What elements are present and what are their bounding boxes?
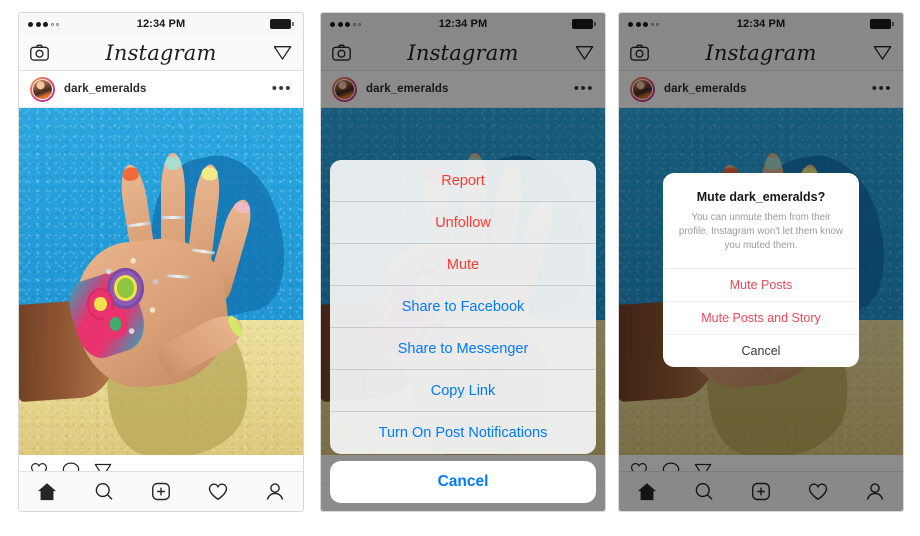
post-photo[interactable] — [19, 108, 303, 455]
status-bar: 12:34 PM — [19, 13, 303, 35]
screen-action-sheet: 12:34 PM Instagram dark_emeralds ••• Rep… — [321, 13, 605, 511]
search-icon[interactable] — [94, 482, 114, 501]
alert-button-mute-posts-and-story[interactable]: Mute Posts and Story — [663, 300, 859, 334]
add-post-icon[interactable] — [151, 482, 171, 501]
action-sheet: Report Unfollow Mute Share to Facebook S… — [330, 160, 596, 503]
app-navbar: Instagram — [19, 35, 303, 71]
alert-title: Mute dark_emeralds? — [696, 190, 826, 204]
bottom-tab-bar — [19, 471, 303, 511]
instagram-wordmark: Instagram — [105, 40, 217, 65]
action-sheet-item-copy-link[interactable]: Copy Link — [330, 370, 596, 412]
mute-alert-dialog: Mute dark_emeralds? You can unmute them … — [663, 173, 859, 367]
more-options-icon[interactable]: ••• — [272, 81, 292, 96]
avatar[interactable] — [30, 76, 55, 102]
action-sheet-item-share-messenger[interactable]: Share to Messenger — [330, 328, 596, 370]
action-sheet-item-mute[interactable]: Mute — [330, 244, 596, 286]
activity-heart-icon[interactable] — [208, 482, 228, 501]
screen-feed: 12:34 PM Instagram dark_emeralds ••• — [19, 13, 303, 511]
action-sheet-cancel-button[interactable]: Cancel — [330, 461, 596, 503]
action-sheet-item-share-facebook[interactable]: Share to Facebook — [330, 286, 596, 328]
post-header: dark_emeralds ••• — [19, 71, 303, 108]
phone-screen-feed: 12:34 PM Instagram dark_emeralds ••• — [18, 12, 304, 512]
three-phone-mockup: 12:34 PM Instagram dark_emeralds ••• 12:… — [0, 0, 920, 536]
alert-button-mute-posts[interactable]: Mute Posts — [663, 267, 859, 301]
alert-message: You can unmute them from their profile. … — [678, 212, 844, 252]
phone-screen-mute-alert: 12:34 PM Instagram dark_emeralds ••• Mut… — [618, 12, 904, 512]
alert-button-cancel[interactable]: Cancel — [663, 333, 859, 367]
action-sheet-options: Report Unfollow Mute Share to Facebook S… — [330, 160, 596, 454]
alert-body: Mute dark_emeralds? You can unmute them … — [663, 173, 859, 268]
action-sheet-item-post-notifications[interactable]: Turn On Post Notifications — [330, 412, 596, 454]
post-username[interactable]: dark_emeralds — [64, 83, 147, 95]
action-sheet-item-report[interactable]: Report — [330, 160, 596, 202]
screen-mute-alert: 12:34 PM Instagram dark_emeralds ••• Mut… — [619, 13, 903, 511]
phone-screen-action-sheet: 12:34 PM Instagram dark_emeralds ••• Rep… — [320, 12, 606, 512]
action-sheet-item-unfollow[interactable]: Unfollow — [330, 202, 596, 244]
home-icon[interactable] — [37, 482, 57, 501]
profile-icon[interactable] — [265, 482, 285, 501]
status-bar-time: 12:34 PM — [136, 18, 186, 30]
